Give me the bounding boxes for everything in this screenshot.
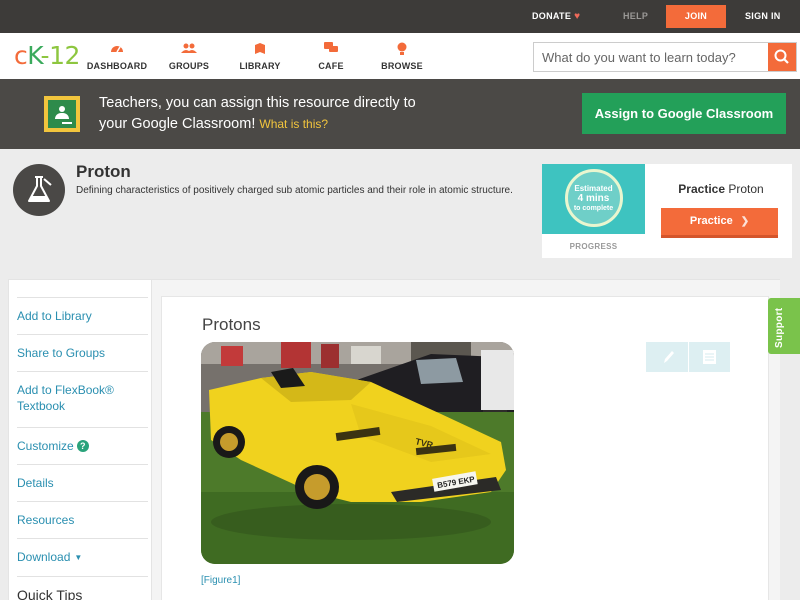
groups-icon [154, 42, 224, 57]
sidebar-item-add-to-flexbook[interactable]: Add to FlexBook® Textbook [17, 371, 148, 427]
estimated-label: Estimated [574, 184, 613, 193]
content-title: Protons [202, 315, 261, 334]
progress-label: PROGRESS [569, 242, 618, 251]
pencil-icon [664, 351, 674, 363]
car-photo: B579 EKP TVR [201, 342, 514, 564]
nav-dashboard-label: DASHBOARD [86, 61, 148, 71]
notes-button[interactable] [689, 342, 731, 372]
classroom-message: Teachers, you can assign this resource d… [99, 93, 459, 135]
sidebar-menu: Add to Library Share to Groups Add to Fl… [17, 297, 148, 600]
logo-c: c [14, 41, 28, 70]
nav-browse[interactable]: BROWSE [367, 42, 437, 71]
sign-in-link[interactable]: SIGN IN [745, 0, 781, 33]
sidebar-item-download[interactable]: Download ▼ [17, 538, 148, 576]
cafe-icon [296, 42, 366, 57]
search-button[interactable] [768, 43, 796, 71]
quick-tips-heading: Quick Tips [17, 576, 148, 600]
browse-icon [367, 42, 437, 57]
practice-button[interactable]: Practice ❯ [661, 208, 778, 238]
annotate-button[interactable] [646, 342, 688, 372]
library-icon [225, 42, 295, 57]
sidebar-item-resources[interactable]: Resources [17, 501, 148, 538]
search-box [533, 42, 797, 72]
figure-caption-link[interactable]: [Figure1] [201, 575, 240, 586]
classroom-message-line1: Teachers, you can assign this resource d… [99, 95, 416, 111]
practice-button-label: Practice [689, 215, 733, 227]
top-utility-bar: DONATE ♥ HELP JOIN SIGN IN [0, 0, 800, 33]
practice-card: Estimated 4 mins to complete PROGRESS Pr… [542, 164, 792, 258]
sidebar-item-download-label: Download [17, 550, 71, 564]
caret-down-icon: ▼ [74, 553, 83, 562]
practice-title-topic: Proton [728, 182, 764, 196]
chevron-right-icon: ❯ [740, 216, 750, 227]
sidebar-item-details[interactable]: Details [17, 464, 148, 501]
sidebar-item-add-to-library[interactable]: Add to Library [17, 297, 148, 334]
practice-progress-graphic: Estimated 4 mins to complete [542, 164, 645, 234]
search-icon [774, 49, 789, 64]
logo-k: K [27, 41, 41, 70]
sidebar-item-share-to-groups[interactable]: Share to Groups [17, 334, 148, 371]
logo-dash: - [40, 41, 50, 70]
sidebar: Add to Library Share to Groups Add to Fl… [8, 279, 152, 600]
google-classroom-banner: Teachers, you can assign this resource d… [0, 79, 800, 149]
concept-title: Proton [76, 162, 131, 181]
support-label: Support [774, 307, 785, 348]
logo-number: 12 [49, 41, 80, 70]
chemistry-flask-icon [13, 164, 65, 216]
sidebar-item-customize[interactable]: Customize? [17, 427, 148, 464]
practice-title: Practice Proton [661, 182, 781, 196]
support-tab[interactable]: Support [768, 298, 800, 354]
donate-label: DONATE [532, 11, 572, 21]
notes-icon [703, 350, 716, 364]
heart-icon: ♥ [574, 11, 581, 22]
main-navigation: cK-12 DASHBOARD GROUPS LIBRARY CAFE BROW… [0, 33, 800, 79]
assign-to-google-classroom-button[interactable]: Assign to Google Classroom [582, 93, 786, 134]
classroom-message-line2: your Google Classroom! [99, 116, 256, 132]
donate-link[interactable]: DONATE ♥ [532, 0, 580, 33]
practice-title-bold: Practice [678, 182, 725, 196]
nav-browse-label: BROWSE [381, 61, 423, 71]
to-complete-label: to complete [573, 205, 614, 212]
nav-groups[interactable]: GROUPS [154, 42, 224, 71]
ck12-logo[interactable]: cK-12 [14, 41, 80, 70]
estimated-minutes: 4 mins [577, 193, 610, 204]
dashboard-icon [82, 42, 152, 57]
help-icon[interactable]: ? [76, 440, 89, 452]
what-is-this-link[interactable]: What is this? [259, 117, 328, 131]
google-classroom-icon [44, 96, 80, 132]
content-toolbar [646, 342, 730, 372]
nav-groups-label: GROUPS [168, 61, 210, 71]
nav-dashboard[interactable]: DASHBOARD [82, 42, 152, 71]
nav-cafe[interactable]: CAFE [296, 42, 366, 71]
nav-library-label: LIBRARY [239, 61, 281, 71]
sidebar-item-customize-label: Customize [17, 439, 74, 453]
join-button[interactable]: JOIN [666, 5, 726, 28]
help-link[interactable]: HELP [623, 0, 648, 33]
search-input[interactable] [534, 43, 769, 71]
concept-description: Defining characteristics of positively c… [76, 185, 513, 196]
nav-cafe-label: CAFE [318, 61, 344, 71]
nav-library[interactable]: LIBRARY [225, 42, 295, 71]
